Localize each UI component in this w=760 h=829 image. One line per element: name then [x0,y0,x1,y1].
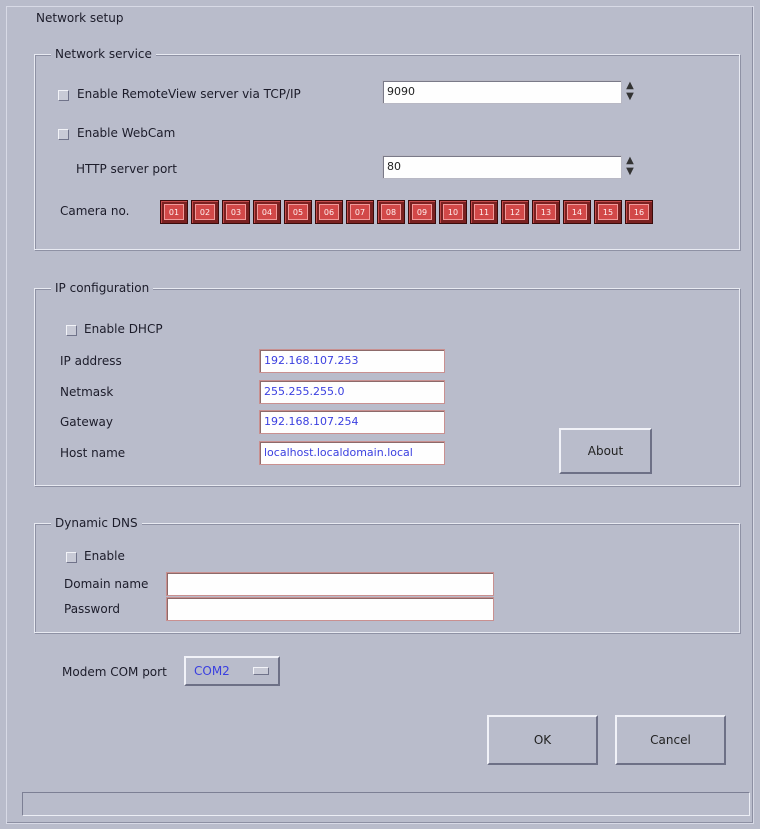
gateway-field[interactable]: 192.168.107.254 [259,410,445,434]
camera-button-label: 01 [164,204,184,220]
camera-button-label: 02 [195,204,215,220]
remoteview-port-spin-icon[interactable]: ▲ ▼ [624,80,636,104]
about-button[interactable]: About [559,428,652,474]
camera-button-12[interactable]: 12 [501,200,529,224]
camera-button-label: 14 [567,204,587,220]
camera-button-15[interactable]: 15 [594,200,622,224]
camera-buttons: 01 02 03 04 05 06 07 08 09 10 11 12 13 14 15 16 [160,200,653,224]
camera-button-label: 09 [412,204,432,220]
camera-button-label: 10 [443,204,463,220]
dynamic-dns-legend: Dynamic DNS [51,516,142,530]
camera-button-label: 11 [474,204,494,220]
remoteview-port-field[interactable]: 9090 [382,80,622,104]
camera-button-07[interactable]: 07 [346,200,374,224]
status-bar [22,792,750,816]
domain-name-label: Domain name [64,577,149,591]
modem-com-port-label: Modem COM port [62,665,167,679]
cancel-button[interactable]: Cancel [615,715,726,765]
password-field[interactable] [166,597,494,621]
ddns-enable-label: Enable [84,549,125,563]
remoteview-label: Enable RemoteView server via TCP/IP [77,87,301,101]
camera-button-label: 16 [629,204,649,220]
remoteview-checkbox[interactable] [58,90,69,101]
camera-button-10[interactable]: 10 [439,200,467,224]
camera-button-14[interactable]: 14 [563,200,591,224]
camera-button-16[interactable]: 16 [625,200,653,224]
host-name-label: Host name [60,446,126,460]
http-port-field[interactable]: 80 [382,155,622,179]
camera-button-label: 04 [257,204,277,220]
camera-button-label: 15 [598,204,618,220]
camera-button-02[interactable]: 02 [191,200,219,224]
netmask-field[interactable]: 255.255.255.0 [259,380,445,404]
dhcp-label: Enable DHCP [84,322,163,336]
host-name-field[interactable]: localhost.localdomain.local [259,441,445,465]
dropdown-indicator-icon [253,667,269,675]
camera-button-06[interactable]: 06 [315,200,343,224]
camera-button-label: 03 [226,204,246,220]
window-title: Network setup [36,11,124,25]
camera-button-08[interactable]: 08 [377,200,405,224]
ip-config-legend: IP configuration [51,281,154,295]
modem-com-port-select[interactable]: COM2 [184,656,280,686]
camera-button-13[interactable]: 13 [532,200,560,224]
gateway-label: Gateway [60,415,114,429]
password-label: Password [64,602,121,616]
camera-button-label: 12 [505,204,525,220]
camera-button-09[interactable]: 09 [408,200,436,224]
domain-name-field[interactable] [166,572,494,596]
http-port-spin-icon[interactable]: ▲ ▼ [624,155,636,179]
netmask-label: Netmask [60,385,114,399]
camera-button-04[interactable]: 04 [253,200,281,224]
camera-button-03[interactable]: 03 [222,200,250,224]
camera-button-11[interactable]: 11 [470,200,498,224]
ok-button[interactable]: OK [487,715,598,765]
modem-com-port-value: COM2 [194,664,230,678]
ddns-enable-checkbox[interactable] [66,552,77,563]
camera-button-01[interactable]: 01 [160,200,188,224]
camera-button-label: 08 [381,204,401,220]
camera-button-label: 13 [536,204,556,220]
camera-button-label: 06 [319,204,339,220]
camera-no-label: Camera no. [60,204,130,218]
camera-button-label: 05 [288,204,308,220]
ip-address-label: IP address [60,354,122,368]
ip-address-field[interactable]: 192.168.107.253 [259,349,445,373]
network-service-legend: Network service [51,47,156,61]
camera-button-05[interactable]: 05 [284,200,312,224]
webcam-checkbox[interactable] [58,129,69,140]
http-port-label: HTTP server port [76,162,177,176]
webcam-label: Enable WebCam [77,126,176,140]
camera-button-label: 07 [350,204,370,220]
dhcp-checkbox[interactable] [66,325,77,336]
